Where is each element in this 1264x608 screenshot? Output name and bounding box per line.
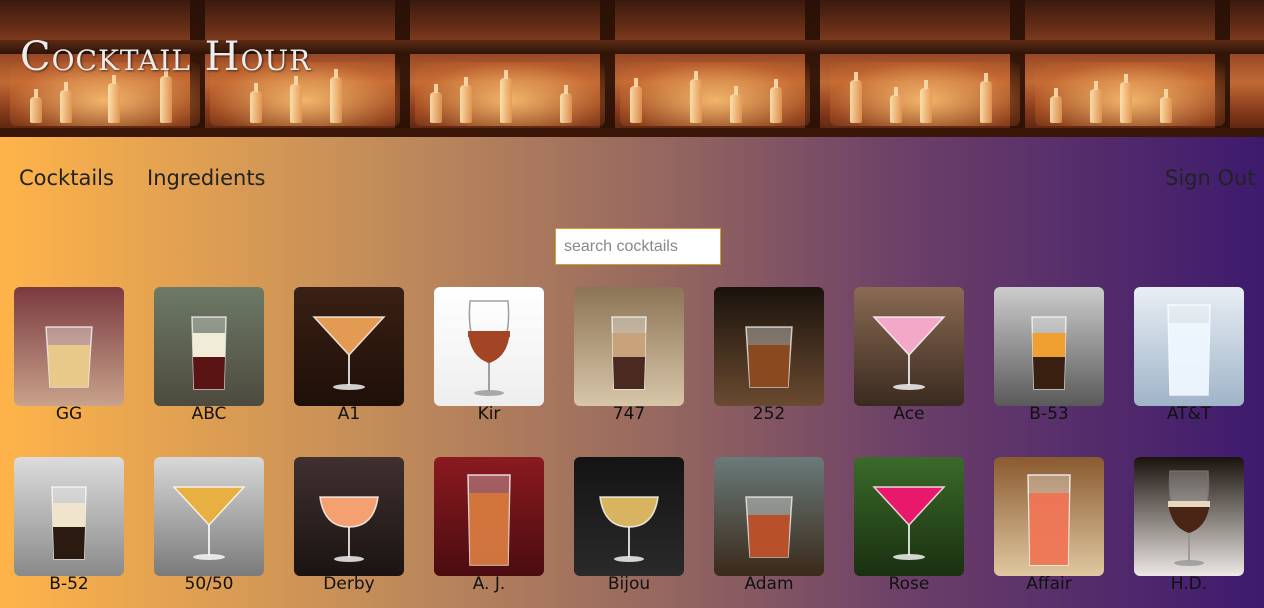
bottle-silhouette [690,71,702,123]
cocktail-card[interactable]: B-53 [994,287,1104,427]
cocktail-name[interactable]: A1 [284,404,414,424]
cocktail-image[interactable] [1134,457,1244,576]
cocktail-card[interactable]: Ace [854,287,964,427]
cocktail-image[interactable] [574,457,684,576]
header-banner: Cocktail Hour [0,0,1264,137]
cocktail-card[interactable]: B-52 [14,457,124,597]
cocktail-name[interactable]: ABC [144,404,274,424]
cocktail-image[interactable] [434,287,544,406]
bottle-silhouette [1160,89,1172,123]
cocktail-image[interactable] [994,457,1104,576]
banner-shelf [0,128,1264,137]
nav-ingredients-link[interactable]: Ingredients [147,166,266,190]
cocktail-image[interactable] [1134,287,1244,406]
cocktail-card[interactable]: 252 [714,287,824,427]
bottle-silhouette [730,86,742,123]
cocktail-name[interactable]: 747 [564,404,694,424]
bottle-silhouette [890,87,902,123]
bottle-silhouette [630,78,642,123]
cocktail-image[interactable] [714,287,824,406]
cocktail-card[interactable]: Affair [994,457,1104,597]
cocktail-card[interactable]: Rose [854,457,964,597]
cocktail-name[interactable]: Rose [844,574,974,594]
bottle-silhouette [290,76,302,123]
bottle-silhouette [108,75,120,123]
cocktail-name[interactable]: 252 [704,404,834,424]
cocktail-name[interactable]: AT&T [1124,404,1254,424]
cocktail-name[interactable]: A. J. [424,574,554,594]
bottle-silhouette [500,70,512,123]
cocktail-name[interactable]: Adam [704,574,834,594]
cocktail-image[interactable] [854,287,964,406]
cocktail-card[interactable]: A1 [294,287,404,427]
cocktail-image[interactable] [154,457,264,576]
cocktail-card[interactable]: Bijou [574,457,684,597]
cocktail-name[interactable]: H.D. [1124,574,1254,594]
cocktail-name[interactable]: Ace [844,404,974,424]
cocktail-card[interactable]: ABC [154,287,264,427]
cocktail-card[interactable]: AT&T [1134,287,1244,427]
cocktail-card[interactable]: Kir [434,287,544,427]
cocktail-image[interactable] [294,457,404,576]
cocktail-image[interactable] [14,457,124,576]
bottle-silhouette [1050,88,1062,123]
bottle-silhouette [1120,74,1132,123]
cocktail-name[interactable]: Kir [424,404,554,424]
cocktail-card[interactable]: Adam [714,457,824,597]
cocktail-name[interactable]: GG [4,404,134,424]
cocktail-card[interactable]: A. J. [434,457,544,597]
cocktail-image[interactable] [994,287,1104,406]
nav-cocktails-link[interactable]: Cocktails [19,166,114,190]
bottle-silhouette [920,80,932,123]
cocktail-image[interactable] [434,457,544,576]
bottle-silhouette [1090,81,1102,123]
cocktail-name[interactable]: 50/50 [144,574,274,594]
bottle-silhouette [430,84,442,123]
sign-out-link[interactable]: Sign Out [1165,166,1256,190]
bottle-silhouette [770,79,782,123]
bottle-silhouette [60,82,72,123]
search-input[interactable] [555,228,721,265]
cocktail-card[interactable]: H.D. [1134,457,1244,597]
cocktail-name[interactable]: B-53 [984,404,1114,424]
cocktail-name[interactable]: B-52 [4,574,134,594]
bottle-silhouette [330,69,342,123]
cocktail-image[interactable] [854,457,964,576]
bottle-silhouette [460,77,472,123]
cocktail-image[interactable] [154,287,264,406]
bottle-silhouette [980,73,992,123]
cocktail-name[interactable]: Affair [984,574,1114,594]
bottle-silhouette [850,72,862,123]
cocktail-image[interactable] [714,457,824,576]
cocktail-card[interactable]: GG [14,287,124,427]
cocktail-name[interactable]: Derby [284,574,414,594]
bottle-silhouette [560,85,572,123]
cocktail-card[interactable]: 50/50 [154,457,264,597]
cocktail-image[interactable] [574,287,684,406]
cocktail-card[interactable]: 747 [574,287,684,427]
bottle-silhouette [250,83,262,123]
page-title: Cocktail Hour [20,34,312,80]
bottle-silhouette [160,68,172,123]
cocktail-image[interactable] [14,287,124,406]
cocktail-name[interactable]: Bijou [564,574,694,594]
bottle-silhouette [30,89,42,123]
cocktail-image[interactable] [294,287,404,406]
cocktail-card[interactable]: Derby [294,457,404,597]
